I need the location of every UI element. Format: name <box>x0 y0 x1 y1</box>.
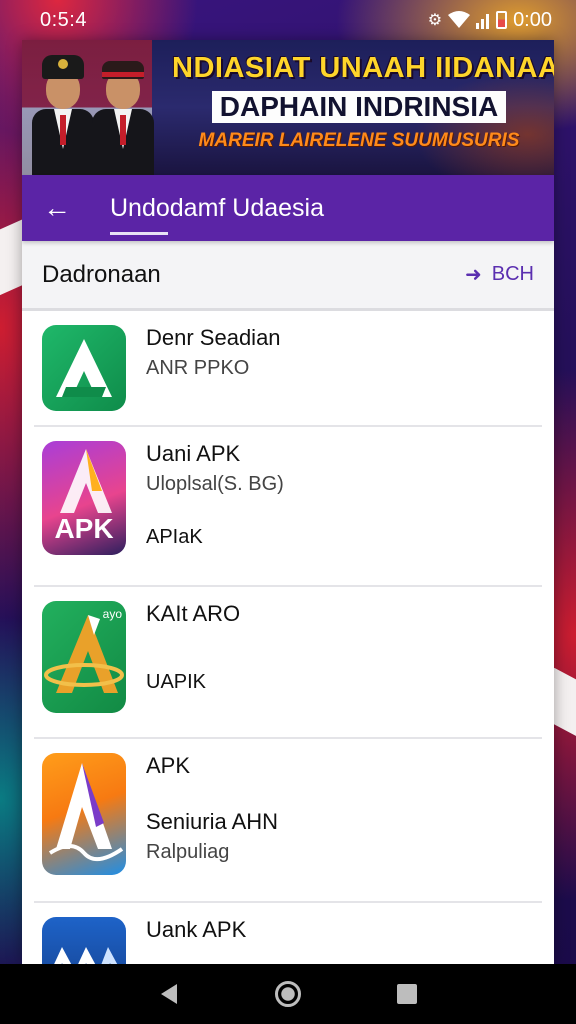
app-icon: APK <box>42 441 126 555</box>
status-time: 0:5:4 <box>40 8 87 31</box>
wifi-icon <box>448 11 471 28</box>
app-meta: UAPIK <box>146 671 207 693</box>
section-header: Dadronaan ➜ BCH <box>22 241 554 311</box>
app-subtitle: Uloplsal(S. BG) <box>146 473 284 495</box>
navigation-bar <box>0 964 576 1024</box>
nav-back-button[interactable] <box>153 978 185 1010</box>
section-title: Dadronaan <box>42 260 161 288</box>
app-icon <box>42 917 126 964</box>
status-bar: 0:5:4 ⚙ 0:00 <box>0 0 576 40</box>
list-item[interactable]: Denr Seadian ANR PPKO <box>34 311 542 427</box>
status-clock: 0:00 <box>513 8 552 31</box>
gear-icon: ⚙ <box>427 12 443 29</box>
nav-recents-button[interactable] <box>391 978 423 1010</box>
battery-icon <box>496 11 508 29</box>
list-item[interactable]: APK Seniuria AHN Ralpuliag <box>34 739 542 903</box>
arrow-right-icon: ➜ <box>465 264 482 286</box>
app-meta: APIaK <box>146 526 203 548</box>
promo-banner[interactable]: NDIASIAT UNAAH IIDANAA DAPHAIN INDRINSIA… <box>22 40 554 175</box>
back-triangle-icon <box>161 984 178 1004</box>
banner-subheadline: DAPHAIN INDRINSIA <box>211 91 507 123</box>
person-image <box>92 47 154 175</box>
list-item[interactable]: Uank APK <box>34 903 542 964</box>
app-subtitle: Seniuria AHN <box>146 809 279 834</box>
app-icon-label: APK <box>54 513 114 544</box>
app-name: APK <box>146 753 191 778</box>
person-image <box>32 47 94 175</box>
arrow-left-icon: ← <box>43 192 71 223</box>
app-window: NDIASIAT UNAAH IIDANAA DAPHAIN INDRINSIA… <box>22 40 554 964</box>
app-name: KAIt ARO <box>146 601 241 626</box>
toolbar-title: Undodamf Udaesia <box>110 193 325 222</box>
app-icon <box>42 325 126 411</box>
home-circle-icon <box>274 981 301 1007</box>
app-icon-badge: ayo <box>102 607 122 621</box>
app-name: Uani APK <box>146 441 241 466</box>
nav-home-button[interactable] <box>272 978 304 1010</box>
banner-text: NDIASIAT UNAAH IIDANAA DAPHAIN INDRINSIA… <box>172 52 554 151</box>
signal-icon <box>476 14 490 29</box>
app-name: Uank APK <box>146 917 247 942</box>
status-icons: ⚙ 0:00 <box>428 9 552 32</box>
banner-headline: NDIASIAT UNAAH IIDANAA <box>172 52 554 84</box>
app-name: Denr Seadian <box>146 325 281 350</box>
list-item[interactable]: ayo KAIt ARO UAPIK <box>34 587 542 739</box>
section-action-button[interactable]: ➜ BCH <box>465 262 534 287</box>
recents-square-icon <box>396 984 417 1004</box>
app-subtitle: ANR PPKO <box>146 357 250 379</box>
banner-tagline: MAREIR LAIRELENE SUUMUSURIS <box>198 130 520 151</box>
app-icon: ayo <box>42 601 126 713</box>
letter-a-icon <box>48 763 124 861</box>
list-item[interactable]: APK Uani APK Uloplsal(S. BG) APIaK <box>34 427 542 587</box>
app-icon <box>42 753 126 875</box>
tab-indicator <box>110 232 168 235</box>
toolbar: ← Undodamf Udaesia <box>22 175 554 241</box>
app-meta: Ralpuliag <box>146 841 230 863</box>
letter-a-icon <box>56 339 112 397</box>
back-button[interactable]: ← <box>22 175 92 241</box>
app-list: Denr Seadian ANR PPKO APK Uani APK Ulopl… <box>22 311 554 964</box>
letter-a-icon <box>54 947 118 964</box>
section-action-label: BCH <box>491 263 534 285</box>
